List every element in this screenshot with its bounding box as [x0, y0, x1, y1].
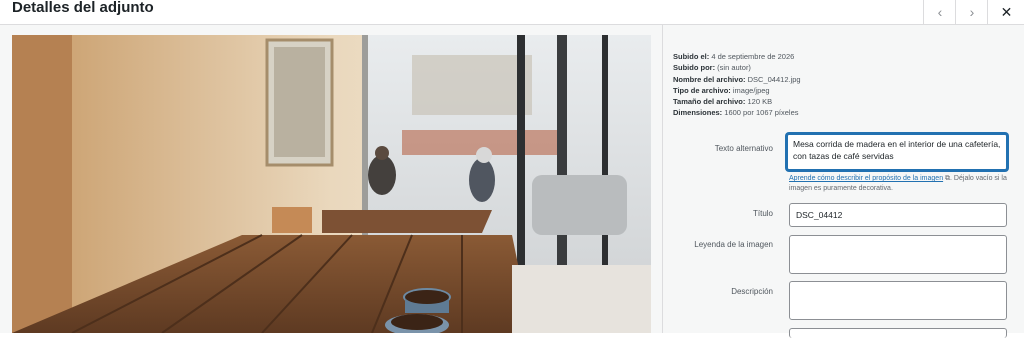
caption-field[interactable] — [789, 235, 1007, 274]
uploaded-on: Subido el: 4 de septiembre de 2026 — [673, 52, 795, 61]
chevron-right-icon: › — [969, 4, 975, 20]
alt-text-help: Aprende cómo describir el propósito de l… — [789, 175, 1007, 192]
description-label: Descripción — [731, 287, 773, 296]
attachment-details-panel: Subido el: 4 de septiembre de 2026 Subid… — [662, 25, 1024, 338]
close-icon: ✕ — [1000, 3, 1013, 20]
attachment-image — [12, 35, 651, 333]
title-field[interactable]: DSC_04412 — [789, 203, 1007, 227]
file-metadata: Subido el: 4 de septiembre de 2026 Subid… — [673, 51, 801, 119]
next-field[interactable] — [789, 328, 1007, 338]
alt-text-label: Texto alternativo — [714, 144, 773, 153]
chevron-left-icon: ‹ — [937, 4, 943, 20]
uploaded-by: Subido por: (sin autor) — [673, 63, 751, 73]
alt-text-help-link[interactable]: Aprende cómo describir el propósito de l… — [789, 175, 943, 182]
alt-text-field[interactable]: Mesa corrida de madera en el interior de… — [786, 133, 1008, 171]
description-field[interactable] — [789, 281, 1007, 320]
previous-button[interactable]: ‹ — [923, 0, 956, 24]
caption-label: Leyenda de la imagen — [694, 240, 773, 249]
next-button[interactable]: › — [955, 0, 988, 24]
file-size: Tamaño del archivo: 120 KB — [673, 97, 773, 107]
close-button[interactable]: ✕ — [987, 0, 1024, 24]
title-label: Título — [752, 209, 773, 218]
dimensions: Dimensiones: 1600 por 1067 píxeles — [673, 108, 799, 118]
image-preview-panel — [0, 25, 662, 333]
file-name: Nombre del archivo: DSC_04412.jpg — [673, 74, 801, 84]
modal-title: Detalles del adjunto — [12, 0, 154, 16]
file-type: Tipo de archivo: image/jpeg — [673, 85, 770, 95]
modal-header: Detalles del adjunto ‹ › ✕ — [0, 0, 1024, 25]
cafe-photo — [12, 35, 651, 333]
external-link-icon: ⧉ — [943, 175, 951, 182]
